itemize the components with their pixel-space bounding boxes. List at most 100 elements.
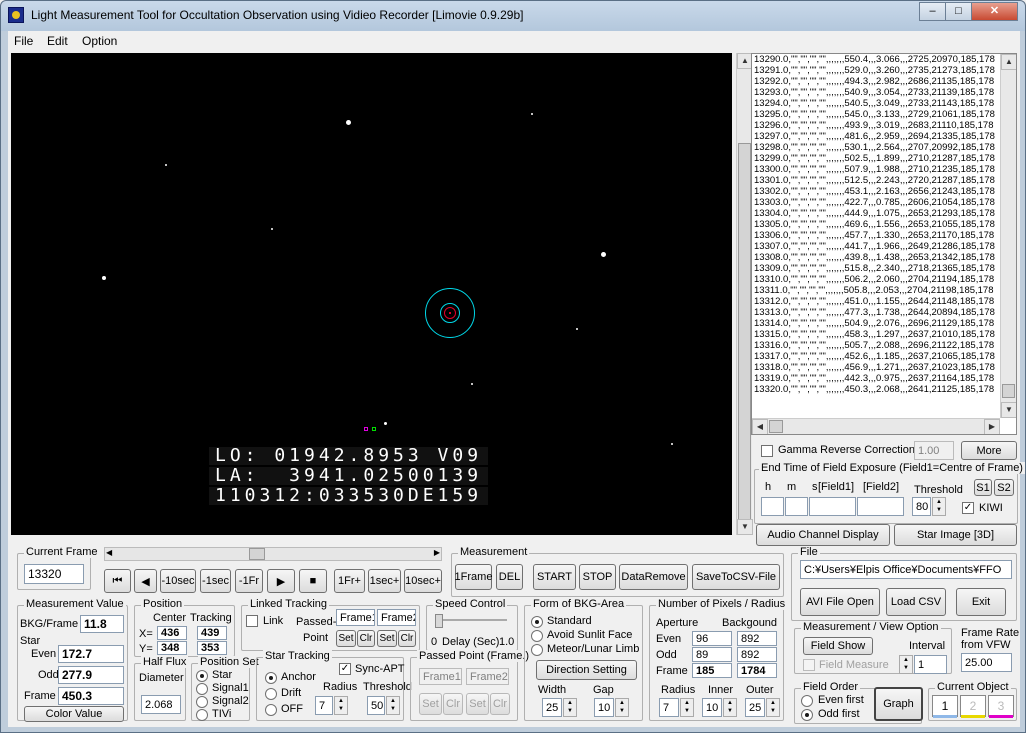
start-button[interactable]: START bbox=[533, 564, 576, 590]
log-row[interactable]: 13296.0,"","","","",,,,,,,493.9,,,3.019,… bbox=[752, 120, 999, 131]
field-show-button[interactable]: Field Show bbox=[803, 637, 873, 655]
log-row[interactable]: 13290.0,"","","","",,,,,,,550.4,,,3.066,… bbox=[752, 54, 999, 65]
gamma-value-field[interactable]: 1.00 bbox=[914, 441, 954, 460]
color-value-button[interactable]: Color Value bbox=[24, 706, 124, 722]
off-radio[interactable] bbox=[265, 704, 277, 716]
stop-playback-button[interactable]: ■ bbox=[299, 569, 327, 593]
bkg-gap-spinner[interactable]: ▲ ▼ bbox=[615, 698, 629, 717]
menu-file[interactable]: File bbox=[14, 34, 33, 48]
bkg-width-field[interactable]: 25 bbox=[542, 698, 562, 717]
log-row[interactable]: 13291.0,"","","","",,,,,,,529.0,,,3.260,… bbox=[752, 65, 999, 76]
log-vscrollbar[interactable]: ▲ ▼ bbox=[1000, 54, 1016, 418]
interval-field[interactable]: 1 bbox=[914, 655, 947, 674]
tracking-threshold-spinner[interactable]: ▲ ▼ bbox=[386, 696, 400, 715]
video-scrollbar[interactable]: ▲ ▼ bbox=[736, 53, 753, 535]
plus-10sec-button[interactable]: 10sec+ bbox=[404, 569, 442, 593]
s2-button[interactable]: S2 bbox=[994, 479, 1014, 496]
scroll-up-icon[interactable]: ▲ bbox=[1001, 54, 1016, 70]
speed-slider-thumb[interactable] bbox=[435, 614, 443, 628]
tracking-radius-field[interactable]: 7 bbox=[315, 696, 333, 715]
linked-set2-button[interactable]: Set bbox=[377, 630, 397, 647]
linked-clr2-button[interactable]: Clr bbox=[398, 630, 416, 647]
frame-slider[interactable]: ◀ ▶ bbox=[104, 547, 442, 561]
odd-first-radio[interactable] bbox=[801, 709, 813, 721]
file-path-field[interactable]: C:¥Users¥Elpis Office¥Documents¥FFO bbox=[800, 560, 1012, 579]
aperture-radius-field[interactable]: 7 bbox=[659, 698, 679, 717]
linked-set1-button[interactable]: Set bbox=[336, 630, 356, 647]
tracking-threshold-field[interactable]: 50 bbox=[367, 696, 385, 715]
linked-frame2-field[interactable]: Frame2 bbox=[377, 609, 416, 626]
log-row[interactable]: 13320.0,"","","","",,,,,,,450.3,,,2.068,… bbox=[752, 384, 999, 395]
data-remove-button[interactable]: DataRemove bbox=[619, 564, 688, 590]
outer-radius-field[interactable]: 25 bbox=[745, 698, 765, 717]
minute-field[interactable] bbox=[785, 497, 808, 516]
delete-button[interactable]: DEL bbox=[496, 564, 523, 590]
speed-slider-track[interactable] bbox=[435, 619, 507, 621]
log-row[interactable]: 13319.0,"","","","",,,,,,,442.3,,,0.975,… bbox=[752, 373, 999, 384]
passed-frame1-field[interactable]: Frame1 bbox=[419, 668, 462, 685]
log-hscroll-thumb[interactable] bbox=[769, 420, 783, 433]
close-button[interactable]: ✕ bbox=[971, 2, 1018, 21]
log-row[interactable]: 13312.0,"","","","",,,,,,,451.0,,,1.155,… bbox=[752, 296, 999, 307]
inner-radius-spinner[interactable]: ▲ ▼ bbox=[723, 698, 737, 717]
log-row[interactable]: 13294.0,"","","","",,,,,,,540.5,,,3.049,… bbox=[752, 98, 999, 109]
linked-clr1-button[interactable]: Clr bbox=[357, 630, 375, 647]
star-image-3d-button[interactable]: Star Image [3D] bbox=[894, 524, 1017, 546]
interval-spinner[interactable]: ▲ ▼ bbox=[899, 655, 913, 674]
menu-option[interactable]: Option bbox=[82, 34, 117, 48]
passed-set1-button[interactable]: Set bbox=[419, 693, 442, 715]
log-row[interactable]: 13318.0,"","","","",,,,,,,456.9,,,1.271,… bbox=[752, 362, 999, 373]
passed-clr2-button[interactable]: Clr bbox=[490, 693, 510, 715]
kiwi-checkbox[interactable]: ✓ bbox=[962, 502, 974, 514]
log-row[interactable]: 13293.0,"","","","",,,,,,,540.9,,,3.054,… bbox=[752, 87, 999, 98]
log-row[interactable]: 13303.0,"","","","",,,,,,,422.7,,,0.785,… bbox=[752, 197, 999, 208]
log-row[interactable]: 13292.0,"","","","",,,,,,,494.3,,,2.982,… bbox=[752, 76, 999, 87]
slider-left-icon[interactable]: ◀ bbox=[106, 548, 112, 557]
log-row[interactable]: 13311.0,"","","","",,,,,,,505.8,,,2.053,… bbox=[752, 285, 999, 296]
log-row[interactable]: 13308.0,"","","","",,,,,,,439.8,,,1.438,… bbox=[752, 252, 999, 263]
field-measure-checkbox[interactable] bbox=[803, 659, 815, 671]
stop-button[interactable]: STOP bbox=[579, 564, 616, 590]
log-row[interactable]: 13302.0,"","","","",,,,,,,453.1,,,2.163,… bbox=[752, 186, 999, 197]
minus-1frame-button[interactable]: -1Fr bbox=[235, 569, 263, 593]
video-scroll-thumb[interactable] bbox=[738, 143, 751, 523]
tracking-radius-spinner[interactable]: ▲ ▼ bbox=[334, 696, 348, 715]
log-row[interactable]: 13299.0,"","","","",,,,,,,502.5,,,1.899,… bbox=[752, 153, 999, 164]
scroll-right-icon[interactable]: ▶ bbox=[984, 419, 1000, 434]
minus-1sec-button[interactable]: -1sec bbox=[200, 569, 231, 593]
maximize-button[interactable]: □ bbox=[945, 2, 972, 21]
bkg-gap-field[interactable]: 10 bbox=[594, 698, 614, 717]
frame-slider-thumb[interactable] bbox=[249, 548, 265, 560]
gamma-checkbox[interactable] bbox=[761, 445, 773, 457]
slider-right-icon[interactable]: ▶ bbox=[434, 548, 440, 557]
passed-clr1-button[interactable]: Clr bbox=[443, 693, 463, 715]
audio-channel-button[interactable]: Audio Channel Display bbox=[756, 524, 890, 546]
position-set-signal2-radio[interactable] bbox=[196, 696, 208, 708]
object-3-button[interactable]: 3 bbox=[988, 695, 1014, 717]
field2-seconds-field[interactable] bbox=[857, 497, 904, 516]
log-row[interactable]: 13316.0,"","","","",,,,,,,505.7,,,2.088,… bbox=[752, 340, 999, 351]
meteor-limb-radio[interactable] bbox=[531, 644, 543, 656]
minimize-button[interactable]: – bbox=[919, 2, 946, 21]
log-row[interactable]: 13300.0,"","","","",,,,,,,507.9,,,1.988,… bbox=[752, 164, 999, 175]
save-csv-button[interactable]: SaveToCSV-File bbox=[692, 564, 780, 590]
object-1-button[interactable]: 1 bbox=[932, 695, 958, 717]
outer-radius-spinner[interactable]: ▲ ▼ bbox=[766, 698, 780, 717]
direction-setting-button[interactable]: Direction Setting bbox=[536, 660, 637, 680]
plus-1frame-button[interactable]: 1Fr+ bbox=[334, 569, 365, 593]
position-set-signal1-radio[interactable] bbox=[196, 683, 208, 695]
plus-1sec-button[interactable]: 1sec+ bbox=[368, 569, 401, 593]
log-scroll-thumb[interactable] bbox=[1002, 384, 1015, 398]
s1-button[interactable]: S1 bbox=[974, 479, 992, 496]
aperture-radius-spinner[interactable]: ▲ ▼ bbox=[680, 698, 694, 717]
sync-apt-checkbox[interactable]: ✓ bbox=[339, 663, 351, 675]
even-first-radio[interactable] bbox=[801, 695, 813, 707]
threshold-field[interactable]: 80 bbox=[912, 497, 931, 516]
field1-seconds-field[interactable] bbox=[809, 497, 856, 516]
log-row[interactable]: 13304.0,"","","","",,,,,,,444.9,,,1.075,… bbox=[752, 208, 999, 219]
load-csv-button[interactable]: Load CSV bbox=[886, 588, 946, 616]
log-row[interactable]: 13314.0,"","","","",,,,,,,504.9,,,2.076,… bbox=[752, 318, 999, 329]
log-row[interactable]: 13297.0,"","","","",,,,,,,481.6,,,2.959,… bbox=[752, 131, 999, 142]
one-frame-button[interactable]: 1Frame bbox=[455, 564, 492, 590]
log-row[interactable]: 13315.0,"","","","",,,,,,,458.3,,,1.297,… bbox=[752, 329, 999, 340]
